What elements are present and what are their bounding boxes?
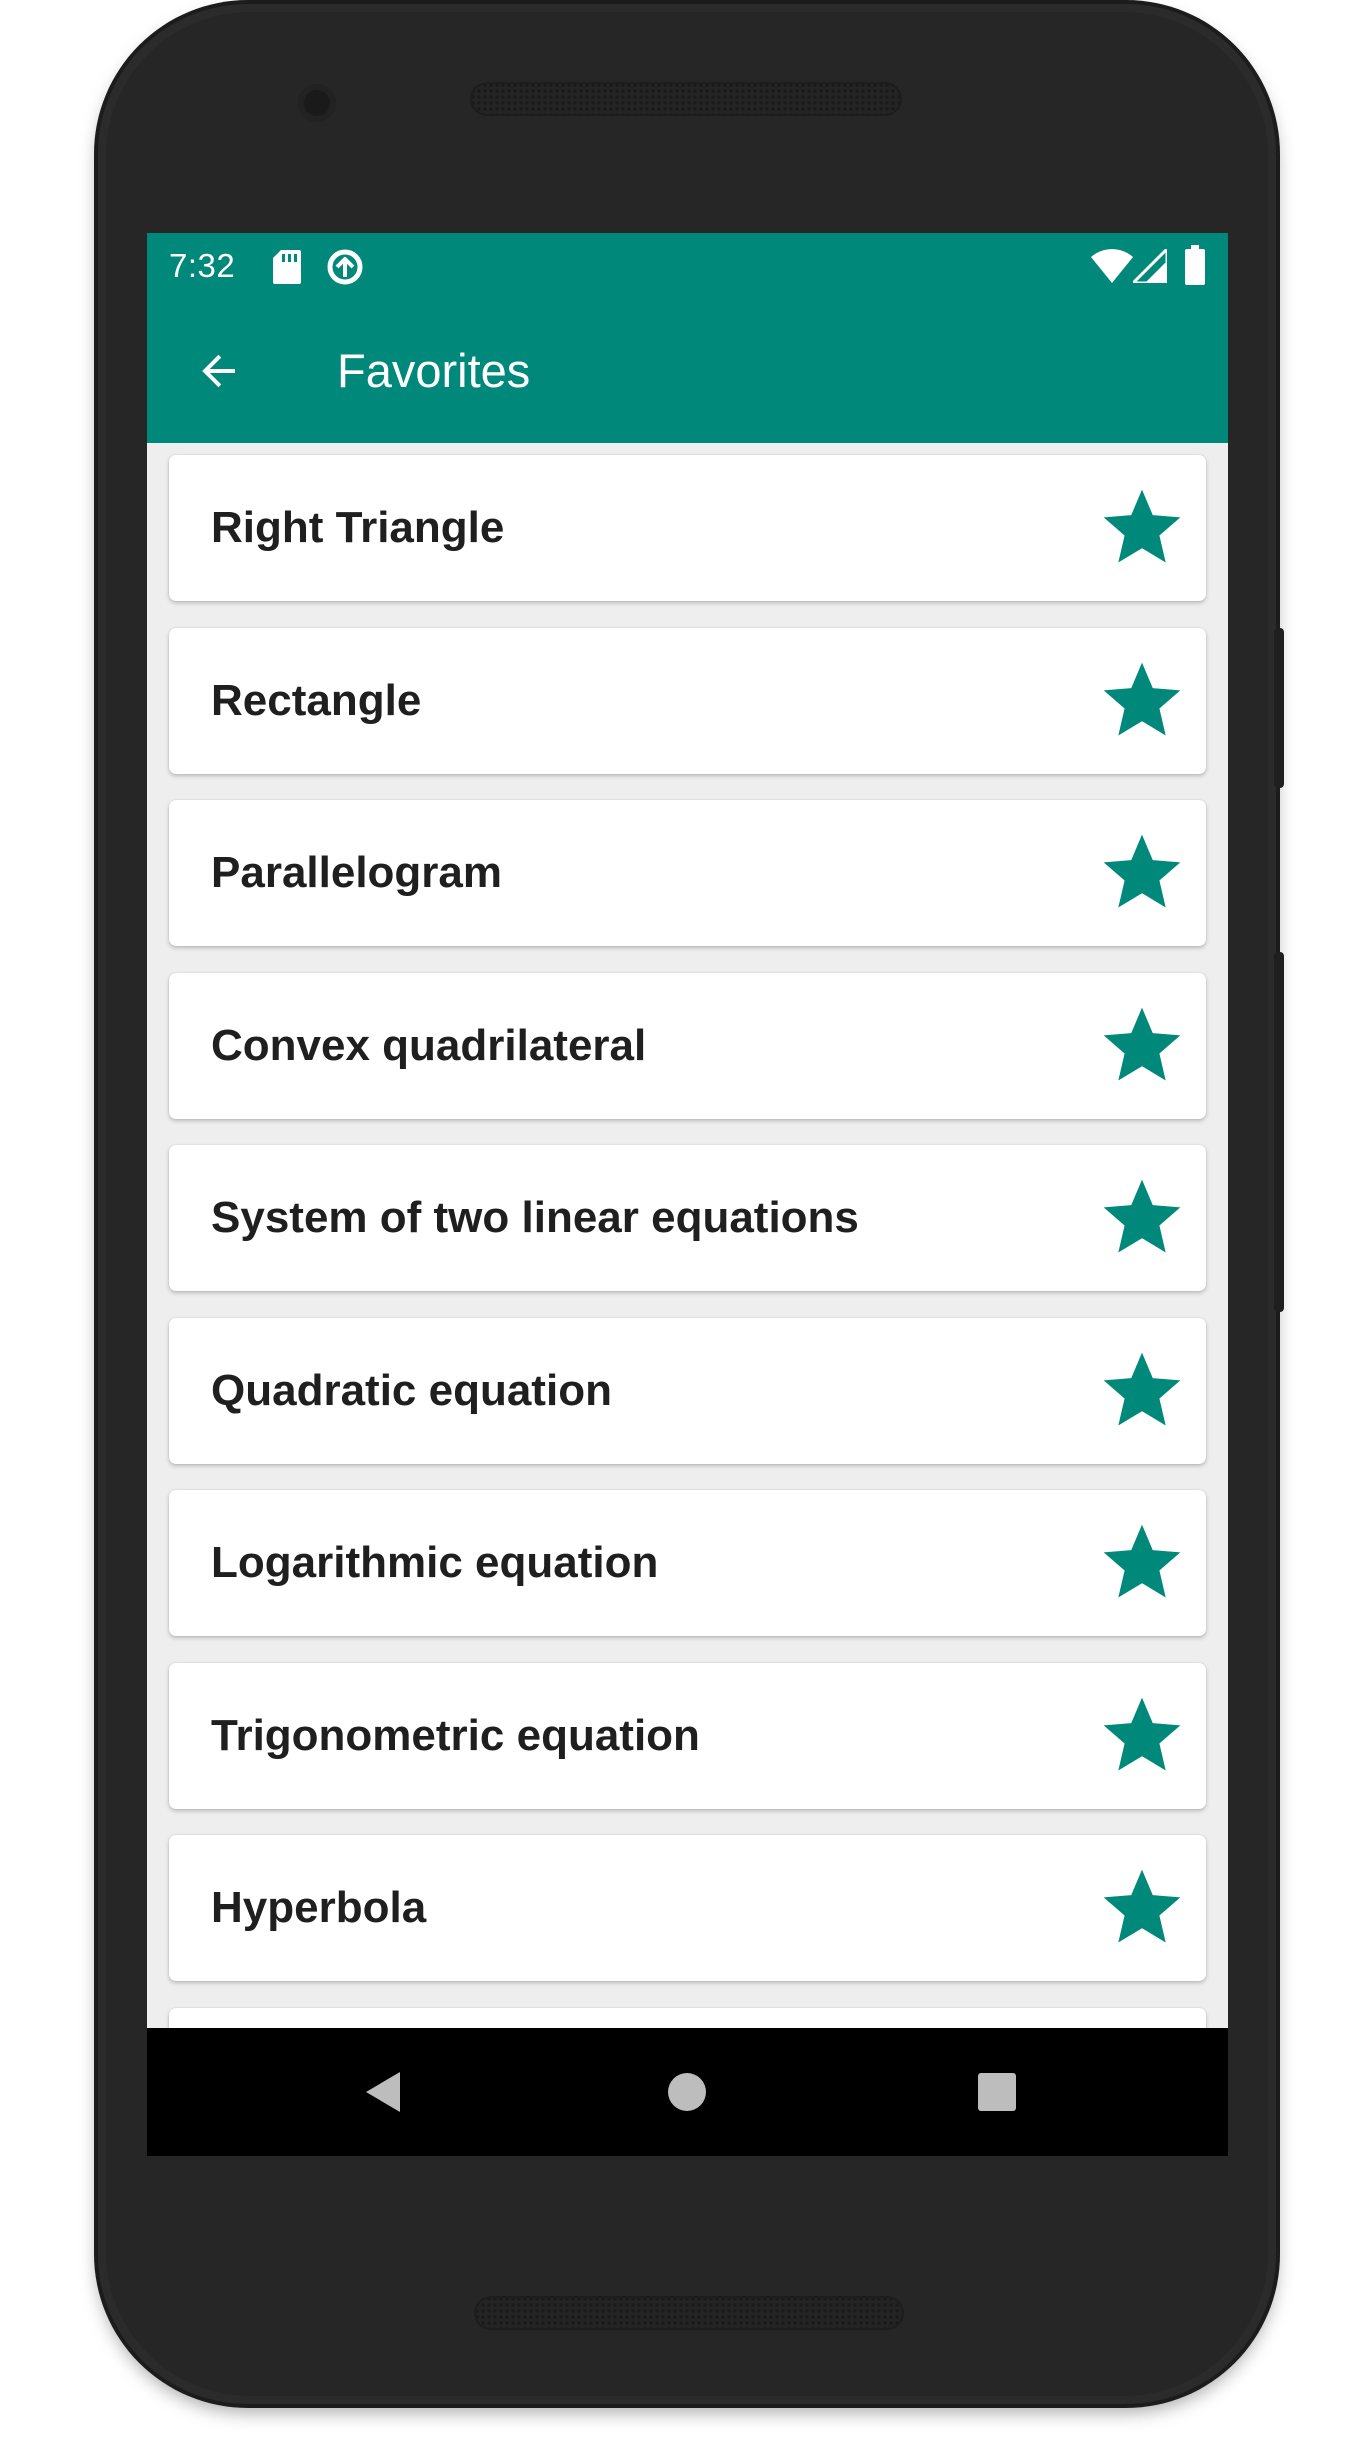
nav-back-button[interactable] <box>350 2060 414 2124</box>
star-filled-icon <box>1103 662 1181 735</box>
app-bar: Favorites <box>147 299 1228 443</box>
star-filled-icon <box>1103 1869 1181 1943</box>
favorites-list-items: Right Triangle Rectangle Parallelogram Conv… <box>147 443 1228 2043</box>
star-filled-icon <box>1103 489 1181 563</box>
list-item[interactable]: Convex quadrilateral <box>169 972 1206 1119</box>
volume-button <box>1274 952 1284 1312</box>
sync-icon <box>325 247 365 292</box>
list-item-label: Quadratic equation <box>211 1365 612 1415</box>
star-filled-icon <box>1103 1179 1181 1253</box>
favorite-toggle-button[interactable] <box>1096 1345 1188 1437</box>
front-camera <box>298 84 336 122</box>
status-bar: 7:32 <box>147 233 1228 299</box>
star-filled-icon <box>1103 1007 1181 1080</box>
back-button[interactable] <box>183 335 255 407</box>
favorite-toggle-button[interactable] <box>1096 655 1188 747</box>
list-item-label: Rectangle <box>211 675 422 725</box>
home-circle-icon <box>668 2073 706 2111</box>
favorite-toggle-button[interactable] <box>1096 1000 1188 1092</box>
battery-icon <box>1185 245 1205 290</box>
star-filled-icon <box>1103 1524 1181 1598</box>
page-title: Favorites <box>337 344 531 397</box>
list-item-label: Convex quadrilateral <box>211 1020 647 1070</box>
list-item[interactable]: Trigonometric equation <box>169 1662 1206 1809</box>
list-item-label: System of two linear equations <box>211 1193 859 1242</box>
list-item-label: Parallelogram <box>211 848 503 897</box>
arrow-back-icon <box>202 354 235 388</box>
bottom-speaker <box>474 2296 904 2330</box>
list-item-label: Logarithmic equation <box>211 1538 659 1587</box>
star-filled-icon <box>1103 1697 1181 1770</box>
favorite-toggle-button[interactable] <box>1096 1862 1188 1954</box>
list-item[interactable]: Right Triangle <box>169 455 1206 601</box>
list-item[interactable]: Logarithmic equation <box>169 1490 1206 1636</box>
sd-card-icon <box>273 250 301 289</box>
earpiece-speaker <box>470 82 902 116</box>
back-triangle-icon <box>366 2072 400 2112</box>
nav-home-button[interactable] <box>655 2060 719 2124</box>
favorite-toggle-button[interactable] <box>1096 1517 1188 1609</box>
list-item-label: Trigonometric equation <box>211 1710 700 1760</box>
status-time: 7:32 <box>169 247 236 284</box>
favorite-toggle-button[interactable] <box>1096 1172 1188 1264</box>
nav-recents-button[interactable] <box>965 2060 1029 2124</box>
favorite-toggle-button[interactable] <box>1096 482 1188 574</box>
list-item[interactable]: Quadratic equation <box>169 1317 1206 1464</box>
device-frame-canvas: 7:32 Favorites Right Triangle Rectangle … <box>0 0 1370 2446</box>
list-item[interactable]: Hyperbola <box>169 1835 1206 1981</box>
list-item[interactable]: Rectangle <box>169 627 1206 774</box>
list-item[interactable]: Parallelogram <box>169 800 1206 946</box>
screen: 7:32 Favorites Right Triangle Rectangle … <box>147 233 1228 2156</box>
star-filled-icon <box>1103 1352 1181 1425</box>
recents-square-icon <box>978 2073 1016 2111</box>
list-item[interactable]: System of two linear equations <box>169 1145 1206 1291</box>
star-filled-icon <box>1103 834 1181 908</box>
navigation-bar <box>147 2028 1228 2156</box>
power-button <box>1274 628 1284 788</box>
favorite-toggle-button[interactable] <box>1096 1690 1188 1782</box>
list-item-label: Hyperbola <box>211 1883 427 1932</box>
favorite-toggle-button[interactable] <box>1096 827 1188 919</box>
list-item-label: Right Triangle <box>211 503 505 552</box>
wifi-icon <box>1091 249 1133 288</box>
cell-signal-icon <box>1131 247 1169 288</box>
